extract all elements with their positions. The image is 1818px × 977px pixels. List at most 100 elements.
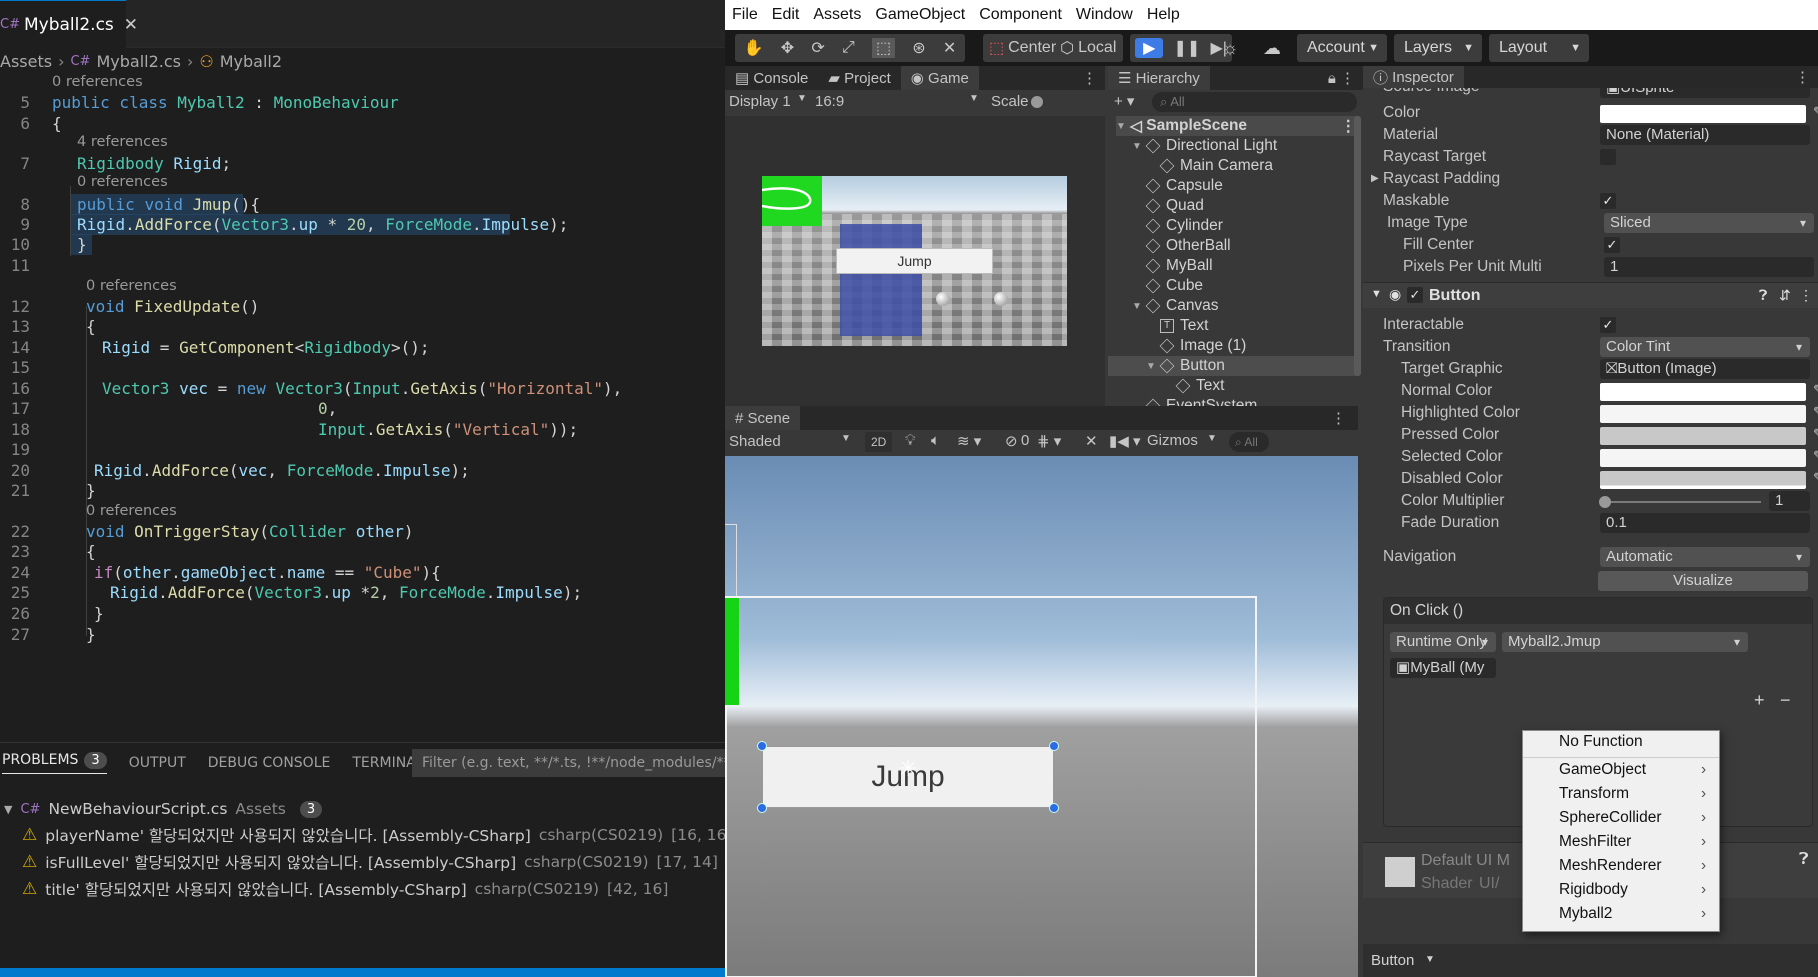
breadcrumb-file[interactable]: Myball2.cs [96, 52, 181, 71]
account-dropdown[interactable]: Account ▼ [1297, 34, 1387, 62]
eyedropper-icon[interactable]: ✎ [1813, 382, 1818, 398]
toggle-2d-button[interactable]: 2D [865, 432, 893, 452]
layout-dropdown[interactable]: Layout ▼ [1489, 34, 1589, 62]
runtime-only-dropdown[interactable]: Runtime Only [1390, 632, 1496, 652]
lock-icon[interactable]: ⋮ [1795, 68, 1810, 86]
eyedropper-icon[interactable]: ✎ [1813, 470, 1818, 486]
hierarchy-item-canvas[interactable]: ▼ Canvas [1132, 296, 1219, 316]
rect-tool-icon[interactable]: ⬚ [871, 38, 896, 58]
tab-inspector[interactable]: ⓘ Inspector [1363, 66, 1464, 88]
hierarchy-item-myball[interactable]: MyBall [1145, 256, 1213, 276]
tab-scene[interactable]: # Scene [725, 406, 801, 430]
tab-debug-console[interactable]: DEBUG CONSOLE [208, 755, 331, 771]
problems-filter-input[interactable]: Filter (e.g. text, **/*.ts, !**/node_mod… [412, 749, 725, 777]
shading-mode-dropdown[interactable]: Shaded [729, 433, 781, 450]
interactable-checkbox[interactable]: ✓ [1600, 317, 1616, 333]
hierarchy-scrollbar[interactable] [1354, 116, 1361, 376]
tab-console[interactable]: ▤ Console [725, 66, 818, 90]
menu-assets[interactable]: Assets [813, 6, 861, 24]
ppu-field[interactable]: 1 [1604, 257, 1814, 277]
visualize-button[interactable]: Visualize [1598, 571, 1808, 591]
tab-game[interactable]: ◉ Game [900, 66, 979, 90]
code-editor[interactable]: 0 references 5 public class Myball2 : Mo… [0, 74, 725, 742]
popup-item-gameobject[interactable]: GameObject › [1559, 761, 1706, 783]
preview-dropdown[interactable]: Button [1371, 952, 1414, 969]
eyedropper-icon[interactable]: ✎ [1813, 448, 1818, 464]
rotate-tool-icon[interactable]: ⟳ [811, 38, 824, 58]
menu-gameobject[interactable]: GameObject [875, 6, 965, 24]
scene-view[interactable]: Jump ✳ [725, 456, 1358, 977]
hierarchy-item-otherball[interactable]: OtherBall [1145, 236, 1231, 256]
codelens-references[interactable]: 0 references [77, 174, 168, 190]
object-field[interactable]: ▣MyBall (My [1390, 658, 1496, 678]
close-tab-icon[interactable]: ✕ [124, 15, 138, 35]
selected-color-swatch[interactable] [1600, 449, 1806, 467]
scale-tool-icon[interactable]: ⤢ [842, 39, 855, 57]
camera-icon[interactable]: ▮◀ ▾ [1109, 432, 1141, 450]
transition-dropdown[interactable]: Color Tint [1600, 337, 1810, 357]
transform-tool-icon[interactable]: ⊛ [912, 38, 925, 58]
target-graphic-field[interactable]: ⛝Button (Image) [1600, 359, 1810, 379]
pivot-center-button[interactable]: Center [1008, 39, 1056, 57]
normal-color-swatch[interactable] [1600, 383, 1806, 401]
rect-handle[interactable] [757, 803, 767, 813]
hierarchy-item-samplescene[interactable]: ▼ ◁ SampleScene ⋮ [1116, 116, 1356, 136]
hierarchy-item-button-text[interactable]: Text [1175, 376, 1224, 396]
hierarchy-item-eventsystem[interactable]: EventSystem [1145, 396, 1257, 406]
game-jump-button[interactable]: Jump [836, 248, 993, 274]
rect-handle[interactable] [1049, 803, 1059, 813]
menu-component[interactable]: Component [979, 6, 1062, 24]
eyedropper-icon[interactable]: ✎ [1813, 104, 1818, 120]
color-swatch[interactable] [1600, 105, 1806, 123]
display-dropdown[interactable]: Display 1 [729, 93, 791, 110]
button-enabled-checkbox[interactable]: ✓ [1407, 287, 1423, 303]
more-options-icon[interactable]: ⋮ [1082, 69, 1097, 87]
add-icon[interactable]: + ▾ [1114, 92, 1134, 110]
sun-icon[interactable]: ☼ [1213, 34, 1247, 62]
hierarchy-item-main-camera[interactable]: Main Camera [1159, 156, 1273, 176]
hierarchy-item-cylinder[interactable]: Cylinder [1145, 216, 1223, 236]
shader-dropdown[interactable]: UI/ [1479, 875, 1499, 893]
navigation-dropdown[interactable]: Automatic [1600, 547, 1810, 567]
popup-item-rigidbody[interactable]: Rigidbody › [1559, 881, 1706, 903]
fade-duration-field[interactable]: 0.1 [1600, 513, 1810, 533]
fill-center-checkbox[interactable]: ✓ [1604, 237, 1620, 253]
audio-icon[interactable]: 🔈︎ [931, 432, 940, 449]
move-tool-icon[interactable]: ✥ [781, 38, 794, 58]
lighting-icon[interactable]: 💡︎ [905, 432, 916, 449]
codelens-references[interactable]: 4 references [77, 134, 168, 150]
menu-window[interactable]: Window [1076, 6, 1133, 24]
menu-file[interactable]: File [732, 6, 758, 24]
scene-search-input[interactable]: ⌕ All [1229, 432, 1269, 452]
image-type-dropdown[interactable]: Sliced [1604, 213, 1814, 233]
hierarchy-search-input[interactable]: ⌕ All [1152, 92, 1357, 112]
problem-item[interactable]: ⚠ playerName' 할당되었지만 사용되지 않았습니다. [Assemb… [22, 823, 725, 847]
layers-dropdown[interactable]: Layers ▼ [1394, 34, 1482, 62]
hierarchy-item-text[interactable]: T Text [1160, 316, 1208, 336]
pivot-local-button[interactable]: Local [1078, 39, 1116, 57]
hidden-objects-icon[interactable]: ⊘ [1005, 432, 1018, 450]
aspect-dropdown[interactable]: 16:9 [815, 93, 844, 110]
color-multiplier-field[interactable]: 1 [1769, 491, 1810, 511]
pivot-icon[interactable]: ✳ [899, 756, 917, 782]
breadcrumb-assets[interactable]: Assets [0, 52, 52, 71]
hierarchy-item-button[interactable]: ▼ Button [1108, 356, 1356, 376]
cloud-icon[interactable]: ☁ [1255, 34, 1289, 62]
gizmos-dropdown[interactable]: Gizmos [1147, 432, 1198, 449]
lock-icon[interactable]: 🔒︎ ⋮ [1328, 69, 1355, 87]
add-listener-icon[interactable]: + [1754, 690, 1765, 711]
hierarchy-item-cube[interactable]: Cube [1145, 276, 1203, 296]
tab-project[interactable]: ▰ Project [818, 66, 900, 90]
problem-item[interactable]: ⚠ title' 할당되었지만 사용되지 않았습니다. [Assembly-CS… [22, 877, 668, 901]
help-icon[interactable]: ❓︎ [1799, 851, 1809, 869]
menu-help[interactable]: Help [1147, 6, 1180, 24]
popup-item-no-function[interactable]: No Function [1559, 733, 1643, 755]
popup-item-meshfilter[interactable]: MeshFilter › [1559, 833, 1706, 855]
problem-item[interactable]: ⚠ isFullLevel' 할당되었지만 사용되지 않았습니다. [Assem… [22, 850, 718, 874]
maskable-checkbox[interactable]: ✓ [1600, 193, 1616, 209]
more-options-icon[interactable]: ⋮ [1331, 409, 1346, 427]
help-icon[interactable]: ❓︎ [1759, 287, 1767, 304]
popup-item-spherecollider[interactable]: SphereCollider › [1559, 809, 1706, 831]
tab-problems[interactable]: PROBLEMS 3 [2, 752, 107, 774]
color-multiplier-slider[interactable] [1603, 501, 1761, 503]
